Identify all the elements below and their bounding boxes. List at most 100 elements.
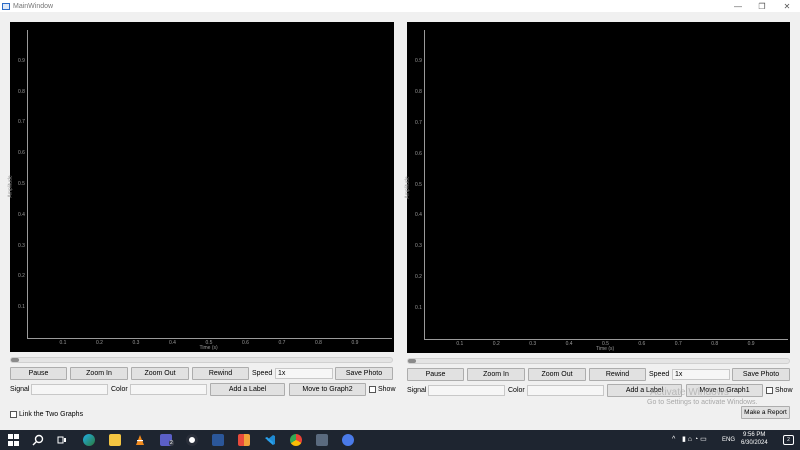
- graph2-pause-button[interactable]: Pause: [407, 368, 464, 381]
- graph1-y-tick: 0.6: [18, 150, 25, 157]
- maximize-button[interactable]: ❐: [750, 0, 774, 12]
- graph2-plot[interactable]: 0.9 0.8 0.7 0.6 0.5 0.4 0.3 0.2 0.1 0.1 0.2 0.3 0.4 0…: [404, 22, 790, 353]
- graph1-move-to-graph2-button[interactable]: Move to Graph2: [289, 383, 366, 396]
- vlc-icon[interactable]: [134, 434, 146, 446]
- taskbar: 2 ^ ▮ ⌂ ◔ ▭ ENG 9:56 PM 6/30/2024 2: [0, 430, 800, 450]
- graph2-x-tick: 0.4: [565, 341, 573, 347]
- graph1-speed-label: Speed: [252, 370, 273, 377]
- word-icon[interactable]: [212, 434, 224, 446]
- graph2-x-tick: 0.6: [638, 341, 646, 347]
- graph1-x-tick: 0.9: [351, 340, 359, 346]
- graph1-scroll-handle[interactable]: [11, 358, 19, 362]
- graph2-signal-label: Signal: [407, 387, 427, 394]
- graph2-y-tick: 0.6: [415, 150, 422, 157]
- close-button[interactable]: ✕: [775, 0, 799, 12]
- graph1-x-axis: [27, 338, 392, 339]
- minimize-button[interactable]: —: [726, 0, 750, 12]
- graph1-x-tick: 0.6: [242, 340, 249, 346]
- graph2-y-tick: 0.1: [415, 305, 422, 312]
- graph2-save-photo-button[interactable]: Save Photo: [732, 368, 790, 381]
- graph2-y-tick: 0.7: [415, 119, 422, 126]
- graph2-rewind-button[interactable]: Rewind: [589, 368, 646, 381]
- tray-icons[interactable]: ▮ ⌂ ◔ ▭: [682, 435, 707, 443]
- steam-icon[interactable]: [316, 434, 328, 446]
- graph1-x-tick: 0.3: [132, 340, 140, 346]
- graph2-y-axis-label: Amplitude: [404, 175, 411, 199]
- clock-time[interactable]: 9:56 PM: [743, 432, 765, 438]
- tray-chevron-icon[interactable]: ^: [672, 436, 675, 443]
- graph1-show-checkbox[interactable]: [369, 386, 376, 393]
- graph1-pause-button[interactable]: Pause: [10, 367, 67, 380]
- graph2-color-input[interactable]: [527, 385, 604, 396]
- graph2-y-axis: [424, 30, 425, 339]
- graph2-y-tick: 0.9: [415, 57, 422, 64]
- graph2-speed-label: Speed: [649, 371, 670, 378]
- graph2-signal-input[interactable]: [428, 385, 505, 396]
- file-explorer-icon[interactable]: [109, 434, 121, 446]
- graph1-x-axis-label: Time (s): [199, 345, 218, 351]
- graph1-speed-input[interactable]: 1x: [275, 368, 333, 379]
- app-grid-icon[interactable]: [238, 434, 250, 446]
- task-view-icon[interactable]: [56, 434, 68, 446]
- window-title: MainWindow: [13, 2, 54, 10]
- app-icon: [2, 2, 10, 10]
- windows-start-icon[interactable]: [8, 434, 20, 446]
- graph2-show-label: Show: [775, 387, 793, 394]
- graph1-y-tick: 0.7: [18, 119, 25, 126]
- graph2-color-label: Color: [508, 387, 525, 394]
- graph2-x-tick: 0.9: [747, 341, 755, 347]
- graph2-y-tick: 0.3: [415, 243, 422, 250]
- graph2-x-tick: 0.3: [529, 341, 537, 347]
- link-graphs-checkbox[interactable]: [10, 411, 17, 418]
- graph2-zoom-in-button[interactable]: Zoom In: [467, 368, 525, 381]
- graph2-show-checkbox[interactable]: [766, 387, 773, 394]
- graph2-speed-input[interactable]: 1x: [672, 369, 730, 380]
- graph1-add-label-button[interactable]: Add a Label: [210, 383, 285, 396]
- graph2-x-tick: 0.1: [456, 341, 464, 347]
- graph2-zoom-out-button[interactable]: Zoom Out: [528, 368, 586, 381]
- graph2-x-axis-label: Time (s): [596, 346, 615, 352]
- graph2-x-tick: 0.2: [492, 341, 500, 347]
- graph1-zoom-in-button[interactable]: Zoom In: [70, 367, 128, 380]
- graph1-x-tick: 0.7: [278, 340, 286, 346]
- graph1-y-axis-label: Amplitude: [7, 175, 14, 198]
- graph1-x-tick: 0.4: [169, 340, 176, 346]
- graph1-x-tick: 0.2: [96, 340, 103, 346]
- activate-windows-subtext: Go to Settings to activate Windows.: [647, 399, 758, 406]
- vscode-icon[interactable]: [264, 434, 276, 446]
- graph1-scrollbar[interactable]: [10, 357, 393, 363]
- graph2-x-tick: 0.7: [674, 341, 682, 347]
- activate-windows-watermark: Activate Windows: [650, 387, 729, 398]
- notification-badge[interactable]: 2: [783, 435, 794, 445]
- clock-date[interactable]: 6/30/2024: [741, 440, 768, 446]
- chrome-icon[interactable]: [290, 434, 302, 446]
- graph1-save-photo-button[interactable]: Save Photo: [335, 367, 393, 380]
- language-indicator[interactable]: ENG: [722, 437, 735, 443]
- graph1-y-tick: 0.3: [18, 242, 25, 249]
- make-report-button[interactable]: Make a Report: [741, 406, 790, 419]
- link-graphs-label: Link the Two Graphs: [19, 411, 84, 418]
- graph1-rewind-button[interactable]: Rewind: [192, 367, 249, 380]
- discord-icon[interactable]: [342, 434, 354, 446]
- graph1-y-tick: 0.5: [18, 181, 25, 187]
- title-bar: MainWindow — ❐ ✕: [0, 0, 800, 12]
- graph1-color-input[interactable]: [130, 384, 207, 395]
- graph1-y-tick: 0.2: [18, 273, 25, 280]
- graph2-scroll-handle[interactable]: [408, 359, 416, 363]
- edge-icon[interactable]: [83, 434, 95, 446]
- graph1-y-tick: 0.4: [18, 211, 25, 218]
- graph1-show-label: Show: [378, 386, 396, 393]
- graph2-y-tick: 0.4: [415, 212, 422, 219]
- graph1-plot[interactable]: 0.9 0.8 0.7 0.6 0.5 0.4 0.3 0.2 0.1 0.1 0.2 0.3 0.4 0…: [7, 22, 394, 352]
- graph1-color-label: Color: [111, 386, 128, 393]
- graph2-y-tick: 0.5: [415, 181, 422, 188]
- graph1-zoom-out-button[interactable]: Zoom Out: [131, 367, 189, 380]
- taskbar-badge: 2: [169, 440, 174, 446]
- graph1-signal-input[interactable]: [31, 384, 108, 395]
- graph1-y-tick: 0.1: [18, 304, 25, 311]
- graph2-scrollbar[interactable]: [407, 358, 790, 364]
- graph2-y-tick: 0.2: [415, 274, 422, 281]
- obs-icon[interactable]: [186, 434, 198, 446]
- search-icon[interactable]: [32, 434, 44, 446]
- graph2-x-axis: [424, 339, 788, 340]
